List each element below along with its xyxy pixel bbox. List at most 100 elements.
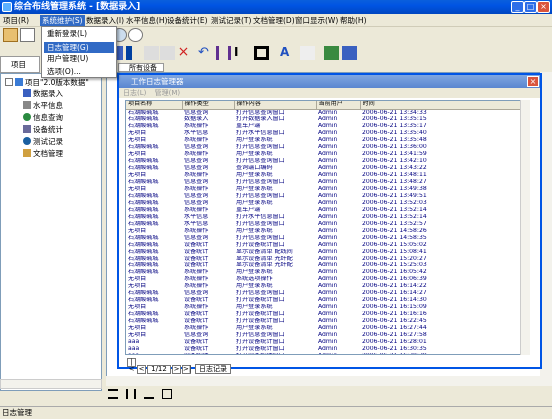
menu-item-options[interactable]: 选项(O)... [44,66,114,77]
table-cell: 石湖酸碱城 [128,241,159,248]
maximize-button[interactable]: □ [524,1,537,13]
table-row[interactable]: 石湖酸碱城 系统操作 重车户端 Admin 2006-06-21 13:52:14 [126,207,520,214]
table-row[interactable]: 石湖酸碱城 水平信息 打开水平信息窗口 Admin 2006-06-21 13:52:1… [126,214,520,221]
undo-icon[interactable]: ↶ [198,46,213,60]
table-row[interactable]: 石湖酸碱城 数据录入 打开数据录入窗口 Admin 2006-06-21 13:35:1… [126,116,520,123]
table-cell: Admin [318,338,338,345]
align-middle-icon[interactable] [126,389,136,399]
table-cell: 石湖酸碱城 [128,144,159,151]
column-header[interactable]: 操作内容 [234,101,317,110]
menu-window[interactable]: 窗口显示(W) [293,15,340,26]
table-row[interactable]: 无项目 系统操作 用户登录系统 Admin 2006-06-21 16:15:09 [126,304,520,311]
format-icon[interactable] [300,46,315,60]
align-top-icon[interactable] [108,389,118,399]
table-row[interactable]: 无项目 系统操作 用户登录系统 Admin 2006-06-21 13:35:48 [126,137,520,144]
column-header[interactable]: 当前用户 [316,101,361,110]
tree-item-data-entry[interactable]: 数据录入 [23,89,63,99]
export-icon[interactable] [324,46,339,60]
table-row[interactable]: 石湖酸碱城 系统操作 重车户端 Admin 2006-06-21 13:35:17 [126,123,520,130]
table-row[interactable]: 石湖酸碱城 水平信息 打开信息查询窗口 Admin 2006-06-21 13:52:5… [126,221,520,228]
project-icon[interactable] [3,28,18,42]
table-row[interactable]: 无项目 水平信息 打开水平信息窗口 Admin 2006-06-21 13:35:40 [126,130,520,137]
table-row[interactable]: 石湖酸碱城 信息查询 查询端口编码 Admin 2006-06-21 13:43:22 [126,165,520,172]
table-row[interactable]: 石湖酸碱城 信息查询 用户登录系统 Admin 2006-06-21 13:52:03 [126,200,520,207]
tree-item-test-records[interactable]: 测试记录 [23,137,63,147]
menu-horizontal-info[interactable]: 水平信息(H) [124,15,170,26]
menu-item-log-manager[interactable]: 日志管理(G) [44,42,114,53]
menu-documents[interactable]: 文档管理(D) [251,15,297,26]
table-row[interactable]: 石湖酸碱城 设备统计 显示设备清单 配线间 Admin 2006-06-21 15:08… [126,249,520,256]
log-grid-scrollbar[interactable] [520,100,530,355]
tab-log-records[interactable]: 日志记录 [195,364,231,374]
tree-item-horizontal-info[interactable]: 水平信息 [23,101,63,111]
table-row[interactable]: 石湖酸碱城 信息查询 打开信息查询窗口 Admin 2006-06-21 13:48:2… [126,179,520,186]
dialog-menu-manage[interactable]: 管理(M) [155,89,181,97]
delete-icon[interactable]: × [176,45,191,60]
table-row[interactable]: aaa 设备统计 打开设备统计窗口 Admin 2006-06-21 16:28:01 [126,339,520,346]
tab-project[interactable]: 项目 [0,56,40,73]
column-header[interactable]: 操作类型 [182,101,235,110]
menu-project[interactable]: 项目(R) [1,15,31,26]
table-row[interactable]: 石湖酸碱城 信息查询 打开信息查询窗口 Admin 2006-06-21 16:14:2… [126,290,520,297]
table-row[interactable]: aaa 设备统计 打开设备统计窗口 Admin 2006-06-21 16:30:35 [126,346,520,353]
table-row[interactable]: 无项目 系统操作 用户登录系统 Admin 2006-06-21 13:48:11 [126,172,520,179]
menu-item-relogin[interactable]: 重新登录(L) [44,28,114,39]
table-row[interactable]: 无项目 系统操作 用户登录系统 Admin 2006-06-21 13:49:38 [126,186,520,193]
table-row[interactable]: 无项目 系统操作 用户登录系统 Admin 2006-06-21 16:27:44 [126,325,520,332]
tab-all-equipment[interactable]: 所有设备 [118,63,164,72]
minimize-button[interactable]: _ [511,1,524,13]
table-row[interactable]: 石湖酸碱城 信息查询 打开信息查询窗口 Admin 2006-06-21 13:36:0… [126,144,520,151]
table-row[interactable]: 石湖酸碱城 信息查询 打开信息查询窗口 Admin 2006-06-21 14:58:3… [126,235,520,242]
cut-icon[interactable] [144,46,159,60]
menu-test-records[interactable]: 测试记录(T) [209,15,253,26]
table-row[interactable]: 石湖酸碱城 设备统计 打开设备统计窗口 Admin 2006-06-21 16:14:3… [126,297,520,304]
table-row[interactable]: 无项目 信息查询 打开信息查询窗口 Admin 2006-06-21 16:27:58 [126,332,520,339]
prev-page-button[interactable]: < [137,365,146,374]
table-row[interactable]: 石湖酸碱城 设备统计 显示设备清单 光纤配 Admin 2006-06-21 15:25… [126,262,520,269]
close-button[interactable]: × [537,1,550,13]
table-row[interactable]: 石湖酸碱城 信息查询 打开信息查询窗口 Admin 2006-06-21 13:42:1… [126,158,520,165]
table-row[interactable]: 石湖酸碱城 系统操作 用户登录系统 Admin 2006-06-21 16:05:42 [126,269,520,276]
table-row[interactable]: 石湖酸碱城 信息查询 打开信息查询窗口 Admin 2006-06-21 13:34:3… [126,109,520,116]
font-icon[interactable]: A [280,46,295,60]
menu-help[interactable]: 帮助(H) [338,15,369,26]
pointer-icon[interactable] [126,46,141,60]
table-row[interactable]: 无项目 系统操作 用户登录系统 Admin 2006-06-21 13:41:59 [126,151,520,158]
left-horizontal-scrollbar[interactable] [0,379,102,389]
info-icon[interactable] [128,28,143,42]
dialog-close-button[interactable]: × [527,76,539,87]
table-row[interactable]: aaa设备统计打开设备统计窗口Admin2006-06-21 16:30:39 [126,353,520,354]
copy-icon[interactable] [160,46,175,60]
open-icon[interactable] [20,28,35,42]
first-page-button[interactable]: |< [127,358,136,373]
dialog-menu-log[interactable]: 日志(L) [123,89,146,97]
tree-item-documents[interactable]: 文档管理 [23,149,63,159]
table-row[interactable]: 石湖酸碱城 设备统计 打开设备统计窗口 Admin 2006-06-21 16:22:4… [126,318,520,325]
align-bottom-icon[interactable] [144,389,154,399]
document-horizontal-scrollbar[interactable] [106,376,540,386]
table-row[interactable]: 石湖酸碱城 设备统计 打开设备统计窗口 Admin 2006-06-21 16:16:1… [126,311,520,318]
tree-root[interactable]: 项目"2.0版本数据" [5,78,89,88]
table-row[interactable]: 无项目 系统操作 用户登录系统 Admin 2006-06-21 16:14:22 [126,283,520,290]
grid-icon[interactable] [342,46,357,60]
menu-equipment-stats[interactable]: 设备统计(E) [165,15,210,26]
text-cursor-icon[interactable]: I [234,46,249,60]
columns-icon[interactable] [216,46,231,60]
tree-item-info-query[interactable]: 信息查询 [23,113,63,123]
menu-system[interactable]: 系统维护(S) [40,15,85,26]
column-header[interactable]: 时间 [360,101,521,110]
last-page-button[interactable]: >| [182,365,191,374]
table-row[interactable]: 无项目 系统操作 用户登录系统 Admin 2006-06-21 14:58:26 [126,228,520,235]
distribute-icon[interactable] [162,389,172,399]
next-page-button[interactable]: > [172,365,181,374]
table-row[interactable]: 石湖酸碱城 设备统计 打开设备统计窗口 Admin 2006-06-21 15:05:0… [126,242,520,249]
table-row[interactable]: 石湖酸碱城 设备统计 显示设备清单 光纤配 Admin 2006-06-21 15:20… [126,256,520,263]
tree-item-equipment-stats[interactable]: 设备统计 [23,125,63,135]
table-row[interactable]: 无项目 系统操作 系统选项操作 Admin 2006-06-21 16:06:39 [126,276,520,283]
menu-data-entry[interactable]: 数据录入(I) [84,15,126,26]
menu-item-user-manager[interactable]: 用户管理(U) [44,53,114,64]
table-row[interactable]: 石湖酸碱城 信息查询 打开信息查询窗口 Admin 2006-06-21 13:49:5… [126,193,520,200]
column-header[interactable]: 项目名称 [126,101,183,110]
border-style-icon[interactable] [254,46,269,60]
expand-icon[interactable] [5,78,13,86]
